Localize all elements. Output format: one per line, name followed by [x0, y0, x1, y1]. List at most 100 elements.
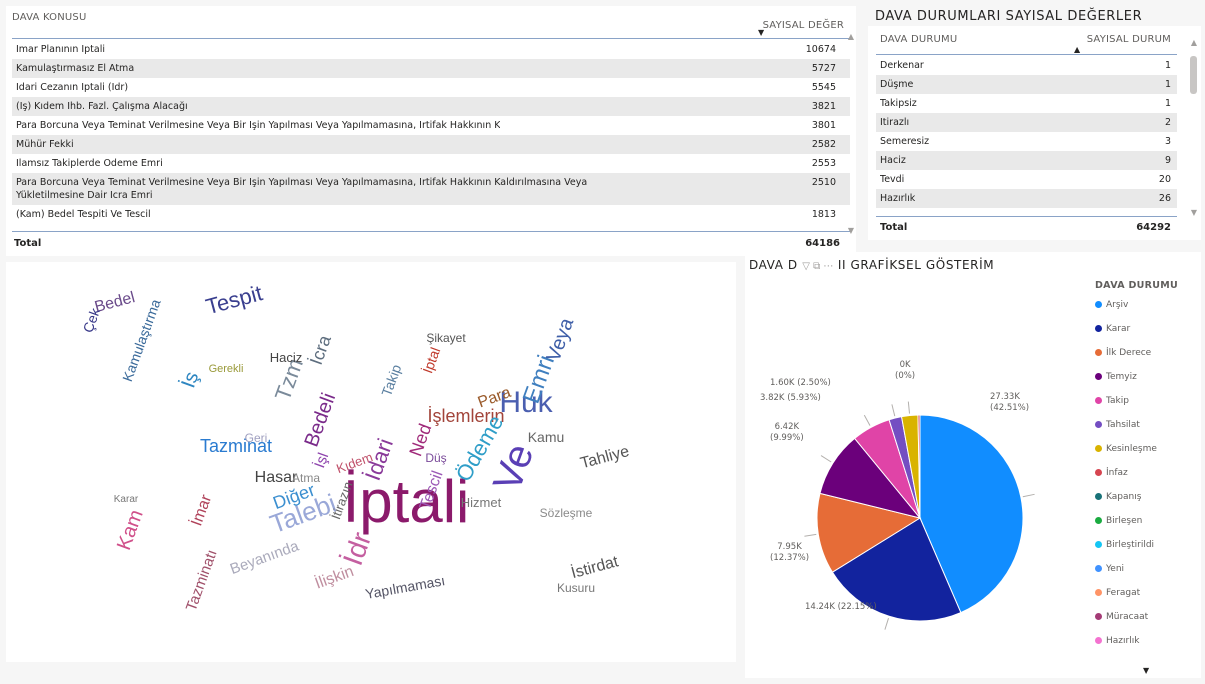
legend-label: Temyiz [1106, 372, 1137, 382]
cloud-word[interactable]: Tahliye [579, 443, 632, 472]
cloud-word[interactable]: Tazminatı [183, 547, 221, 613]
legend-item[interactable]: Takip [1095, 396, 1129, 414]
table-row[interactable]: Kamulaştırmasız El Atma 5727 [12, 59, 850, 78]
pie-label-value: 27.33K [990, 392, 1020, 402]
row-value: 2582 [811, 139, 836, 150]
cloud-word[interactable]: Geri [245, 431, 268, 445]
cloud-word[interactable]: Veya [542, 314, 578, 364]
legend-item[interactable]: Temyiz [1095, 372, 1137, 390]
cloud-word[interactable]: Kusuru [557, 581, 595, 595]
cloud-word[interactable]: Gerekli [209, 363, 244, 375]
row-label: Haciz [880, 155, 906, 166]
table-row[interactable]: Hazırlık 26 [876, 189, 1177, 208]
cloud-word[interactable]: Bedeli [301, 390, 341, 450]
table-row[interactable]: Tevdi 20 [876, 170, 1177, 189]
table-row[interactable]: Haciz 9 [876, 151, 1177, 170]
cloud-word[interactable]: Takip [378, 362, 404, 398]
legend-item[interactable]: Birleşen [1095, 516, 1142, 534]
table-row[interactable]: (Kam) Bedel Tespiti Ve Tescil 1813 [12, 205, 850, 224]
table-row[interactable]: Takipsiz 1 [876, 94, 1177, 113]
pie-chart-title: DAVA D ▽ ⧉ ⋯ II GRAFİKSEL GÖSTERİM [749, 258, 994, 272]
cloud-word[interactable]: İşl [310, 450, 332, 470]
cloud-word[interactable]: Atma [292, 471, 320, 485]
row-label: Para Borcuna Veya Teminat Verilmesine Ve… [16, 177, 588, 188]
legend-item[interactable]: Kapanış [1095, 492, 1141, 510]
legend-item[interactable]: Kesinleşme [1095, 444, 1157, 462]
row-value: 1813 [811, 209, 836, 220]
row-value: 26 [1158, 193, 1171, 204]
cloud-word[interactable]: Karar [114, 494, 139, 505]
scroll-up-icon[interactable]: ▲ [1191, 38, 1197, 47]
row-label: Derkenar [880, 60, 924, 71]
table-row[interactable]: (İş) Kıdem İhb. Fazl. Çalışma Alacağı 382… [12, 97, 850, 116]
cloud-word[interactable]: Tespit [203, 280, 265, 319]
cloud-word[interactable]: Beyanında [228, 537, 302, 578]
legend-item[interactable]: Yeni [1095, 564, 1124, 582]
table-row[interactable]: İdari Cezanın İptali (İdr) 5545 [12, 78, 850, 97]
legend-item[interactable]: İnfaz [1095, 468, 1128, 486]
table-row[interactable]: İmar Planının İptali 10674 [12, 40, 850, 59]
col-header-subject[interactable]: DAVA KONUSU [12, 12, 87, 23]
legend-item[interactable]: Karar [1095, 324, 1130, 342]
table-row[interactable]: Para Borcuna Veya Teminat Verilmesine Ve… [12, 116, 850, 135]
scroll-down-icon[interactable]: ▼ [848, 226, 854, 235]
table-row[interactable]: Para Borcuna Veya Teminat Verilmesine Ve… [12, 173, 850, 205]
cloud-word[interactable]: Yapılmaması [364, 572, 446, 602]
legend-label: Karar [1106, 324, 1131, 334]
legend-item[interactable]: Feragat [1095, 588, 1140, 606]
legend-marker-icon [1095, 421, 1102, 428]
pie-data-label: 14.24K (22.15%) [805, 602, 877, 613]
pie-data-label: 6.42K (9.99%) [770, 422, 804, 444]
legend-label: Tahsilat [1106, 420, 1140, 430]
table-row[interactable]: İtirazlı 2 [876, 113, 1177, 132]
table-row[interactable]: İlamsız Takiplerde Ödeme Emri 2553 [12, 154, 850, 173]
legend-item[interactable]: Birleştirildi [1095, 540, 1154, 558]
durum-table-title: DAVA DURUMLARI SAYISAL DEĞERLER [875, 9, 1143, 24]
cloud-word[interactable]: Kamulaştırma [119, 297, 164, 384]
legend-scroll-down-icon[interactable]: ▼ [1143, 666, 1149, 675]
cloud-word[interactable]: İptali [343, 468, 470, 535]
legend-item[interactable]: Arşiv [1095, 300, 1128, 318]
col-header-status[interactable]: DAVA DURUMU [880, 34, 957, 45]
cloud-word[interactable]: İş [176, 369, 203, 391]
chart-toolbar-icons[interactable]: ▽ ⧉ ⋯ [802, 261, 833, 272]
row-label: Hazırlık [880, 193, 916, 204]
sort-desc-icon: ▼ [758, 28, 765, 37]
cloud-word[interactable]: İcra [306, 332, 335, 368]
cloud-word[interactable]: Kam [113, 507, 148, 553]
cloud-word[interactable]: Haciz [270, 350, 303, 365]
cloud-word[interactable]: Hizmet [461, 495, 502, 510]
row-value: 2 [1164, 117, 1171, 128]
scroll-down-icon[interactable]: ▼ [1191, 208, 1197, 217]
table-row[interactable]: Mühür Fekki 2582 [12, 135, 850, 154]
col-header-value[interactable]: SAYISAL DEĞER [763, 20, 844, 31]
scrollbar-thumb[interactable] [1190, 56, 1197, 94]
table-row[interactable]: Semeresiz 3 [876, 132, 1177, 151]
legend-item[interactable]: İlk Derece [1095, 348, 1151, 366]
cloud-word[interactable]: Kamu [528, 429, 565, 445]
total-divider [12, 231, 850, 232]
table-row[interactable]: Düşme 1 [876, 75, 1177, 94]
legend-item[interactable]: Tahsilat [1095, 420, 1140, 438]
legend-item[interactable]: Müracaat [1095, 612, 1148, 630]
cloud-word[interactable]: İstirdat [569, 551, 621, 582]
table-row[interactable]: Derkenar 1 [876, 56, 1177, 75]
cloud-word[interactable]: İlişkin [312, 561, 356, 593]
row-value: 9 [1164, 155, 1171, 166]
cloud-word[interactable]: İptal [418, 345, 443, 376]
cloud-word[interactable]: Düş [425, 451, 446, 465]
cloud-word[interactable]: İmar [186, 491, 215, 528]
scroll-up-icon[interactable]: ▲ [848, 32, 854, 41]
row-label-line2: Yükletilmesine Dair İcra Emri [16, 190, 153, 201]
legend-label: Kapanış [1106, 492, 1142, 502]
pie-label-pct: (12.37%) [770, 553, 810, 563]
pie-label-pct: (9.99%) [770, 433, 804, 443]
cloud-word[interactable]: Sözleşme [540, 506, 593, 520]
cloud-word[interactable]: Şikayet [426, 331, 466, 345]
legend-label: Kesinleşme [1106, 444, 1157, 454]
legend-item[interactable]: Hazırlık [1095, 636, 1139, 654]
legend-label: Birleştirildi [1106, 540, 1155, 550]
col-header-status-value[interactable]: SAYISAL DURUM [1087, 34, 1171, 45]
row-value: 2510 [811, 177, 836, 188]
pie-label-value: 6.42K [774, 422, 800, 432]
